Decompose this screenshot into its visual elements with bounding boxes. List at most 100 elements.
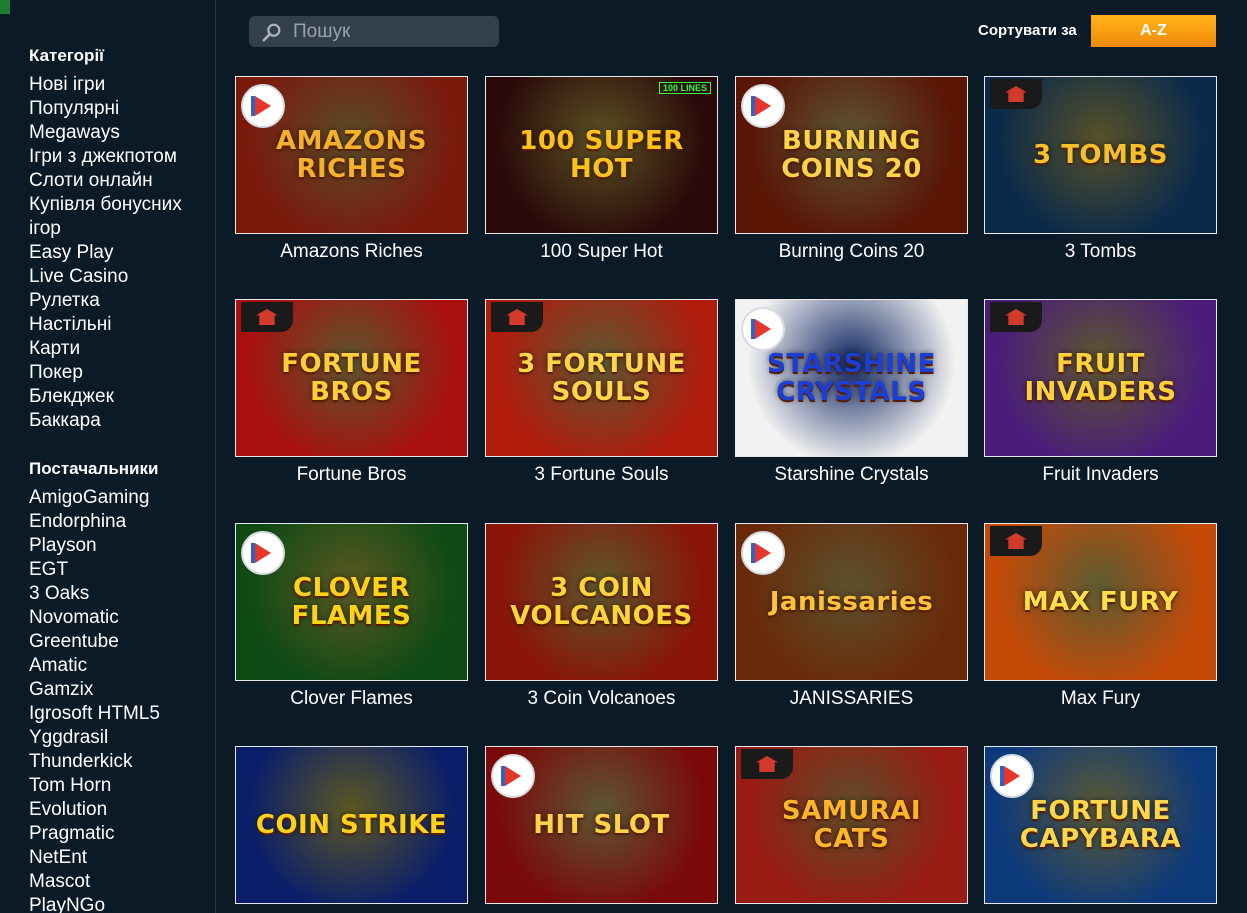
game-thumbnail[interactable]: CLOVER FLAMES xyxy=(235,523,468,681)
category-item[interactable]: Покер xyxy=(29,361,204,385)
provider-item[interactable]: PlayNGo xyxy=(29,894,160,913)
game-card[interactable]: 3 FORTUNE SOULS 3 Fortune Souls xyxy=(485,299,718,486)
search-input[interactable] xyxy=(293,20,493,43)
category-item[interactable]: Live Casino xyxy=(29,265,204,289)
category-item[interactable]: Easy Play xyxy=(29,241,204,265)
game-title[interactable]: Clover Flames xyxy=(235,688,468,710)
game-card[interactable]: HIT SLOT xyxy=(485,746,718,911)
temple-badge-icon xyxy=(990,79,1042,109)
game-logo-art: HIT SLOT xyxy=(533,810,670,840)
game-title[interactable]: Amazons Riches xyxy=(235,241,468,263)
game-title[interactable]: Max Fury xyxy=(984,688,1217,710)
game-title[interactable]: 3 Coin Volcanoes xyxy=(485,688,718,710)
game-card[interactable]: FRUIT INVADERS Fruit Invaders xyxy=(984,299,1217,486)
categories-list: Нові ігри Популярні Megaways Ігри з джекпот… xyxy=(29,73,204,433)
provider-item[interactable]: Yggdrasil xyxy=(29,726,160,750)
game-card[interactable]: Janissaries JANISSARIES xyxy=(735,523,968,710)
game-thumbnail[interactable]: STARSHINE CRYSTALS xyxy=(735,299,968,457)
game-thumbnail[interactable]: BURNING COINS 20 xyxy=(735,76,968,234)
category-item[interactable]: Популярні xyxy=(29,97,204,121)
endorphina-badge-icon xyxy=(741,84,785,128)
provider-item[interactable]: AmigoGaming xyxy=(29,486,160,510)
game-thumbnail[interactable]: 3 COIN VOLCANOES xyxy=(485,523,718,681)
game-card[interactable]: 100 SUPER HOT 100 LINES 100 Super Hot xyxy=(485,76,718,263)
game-thumbnail[interactable]: COIN STRIKE xyxy=(235,746,468,904)
game-logo-art: MAX FURY xyxy=(1022,587,1179,617)
provider-item[interactable]: Gamzix xyxy=(29,678,160,702)
game-thumbnail[interactable]: HIT SLOT xyxy=(485,746,718,904)
game-card[interactable]: 3 COIN VOLCANOES 3 Coin Volcanoes xyxy=(485,523,718,710)
endorphina-badge-icon xyxy=(491,754,535,798)
provider-item[interactable]: Playson xyxy=(29,534,160,558)
provider-item[interactable]: Mascot xyxy=(29,870,160,894)
game-thumbnail[interactable]: 3 FORTUNE SOULS xyxy=(485,299,718,457)
provider-item[interactable]: Endorphina xyxy=(29,510,160,534)
game-title[interactable]: JANISSARIES xyxy=(735,688,968,710)
game-card[interactable]: BURNING COINS 20 Burning Coins 20 xyxy=(735,76,968,263)
game-logo-art: 100 SUPER HOT xyxy=(519,126,684,184)
game-card[interactable]: FORTUNE BROS Fortune Bros xyxy=(235,299,468,486)
category-item[interactable]: Слоти онлайн xyxy=(29,169,204,193)
category-item[interactable]: Нові ігри xyxy=(29,73,204,97)
game-title[interactable]: 3 Fortune Souls xyxy=(485,464,718,486)
game-title[interactable]: Burning Coins 20 xyxy=(735,241,968,263)
game-card[interactable]: 3 TOMBS 3 Tombs xyxy=(984,76,1217,263)
game-thumbnail[interactable]: 3 TOMBS xyxy=(984,76,1217,234)
temple-badge-icon xyxy=(990,302,1042,332)
game-logo-art: COIN STRIKE xyxy=(255,810,448,840)
endorphina-badge-icon xyxy=(741,307,785,351)
temple-badge-icon xyxy=(241,302,293,332)
category-item[interactable]: Блекджек xyxy=(29,385,204,409)
search-box[interactable] xyxy=(249,16,499,47)
provider-item[interactable]: 3 Oaks xyxy=(29,582,160,606)
game-card[interactable]: AMAZONS RICHES Amazons Riches xyxy=(235,76,468,263)
game-title[interactable]: Fruit Invaders xyxy=(984,464,1217,486)
provider-item[interactable]: Igrosoft HTML5 xyxy=(29,702,160,726)
game-title[interactable]: 100 Super Hot xyxy=(485,241,718,263)
game-thumbnail[interactable]: 100 SUPER HOT 100 LINES xyxy=(485,76,718,234)
game-card[interactable]: COIN STRIKE xyxy=(235,746,468,911)
sort-az-button[interactable]: A-Z xyxy=(1091,15,1216,47)
game-logo-art: FORTUNE CAPYBARA xyxy=(1019,796,1182,854)
game-logo-art: Janissaries xyxy=(769,587,934,617)
sidebar: Категорії Нові ігри Популярні Megaways Ігри… xyxy=(0,0,216,913)
provider-item[interactable]: Novomatic xyxy=(29,606,160,630)
game-thumbnail[interactable]: Janissaries xyxy=(735,523,968,681)
game-thumbnail[interactable]: FORTUNE BROS xyxy=(235,299,468,457)
provider-item[interactable]: Tom Horn xyxy=(29,774,160,798)
provider-item[interactable]: Pragmatic xyxy=(29,822,160,846)
category-item[interactable]: Настільні xyxy=(29,313,204,337)
category-item[interactable]: Купівля бонусних ігор xyxy=(29,193,204,241)
game-card[interactable]: FORTUNE CAPYBARA xyxy=(984,746,1217,911)
game-logo-art: 3 TOMBS xyxy=(1033,140,1168,170)
category-item[interactable]: Баккара xyxy=(29,409,204,433)
game-title[interactable]: 3 Tombs xyxy=(984,241,1217,263)
game-logo-art: FORTUNE BROS xyxy=(281,349,422,407)
game-thumbnail[interactable]: SAMURAI CATS xyxy=(735,746,968,904)
game-thumbnail[interactable]: FORTUNE CAPYBARA xyxy=(984,746,1217,904)
provider-item[interactable]: Thunderkick xyxy=(29,750,160,774)
game-card[interactable]: MAX FURY Max Fury xyxy=(984,523,1217,710)
endorphina-badge-icon xyxy=(990,754,1034,798)
game-thumbnail[interactable]: MAX FURY xyxy=(984,523,1217,681)
provider-item[interactable]: Evolution xyxy=(29,798,160,822)
category-item[interactable]: Рулетка xyxy=(29,289,204,313)
category-item[interactable]: Карти xyxy=(29,337,204,361)
sort-label: Сортувати за xyxy=(978,22,1077,39)
provider-item[interactable]: Amatic xyxy=(29,654,160,678)
category-item[interactable]: Megaways xyxy=(29,121,204,145)
game-title[interactable]: Starshine Crystals xyxy=(735,464,968,486)
search-icon xyxy=(262,23,281,42)
category-item[interactable]: Ігри з джекпотом xyxy=(29,145,204,169)
game-logo-art: FRUIT INVADERS xyxy=(1024,349,1177,407)
game-thumbnail[interactable]: FRUIT INVADERS xyxy=(984,299,1217,457)
corner-accent xyxy=(0,0,10,14)
provider-item[interactable]: EGT xyxy=(29,558,160,582)
game-thumbnail[interactable]: AMAZONS RICHES xyxy=(235,76,468,234)
provider-item[interactable]: NetEnt xyxy=(29,846,160,870)
game-card[interactable]: CLOVER FLAMES Clover Flames xyxy=(235,523,468,710)
game-card[interactable]: SAMURAI CATS xyxy=(735,746,968,911)
provider-item[interactable]: Greentube xyxy=(29,630,160,654)
game-card[interactable]: STARSHINE CRYSTALS Starshine Crystals xyxy=(735,299,968,486)
game-title[interactable]: Fortune Bros xyxy=(235,464,468,486)
